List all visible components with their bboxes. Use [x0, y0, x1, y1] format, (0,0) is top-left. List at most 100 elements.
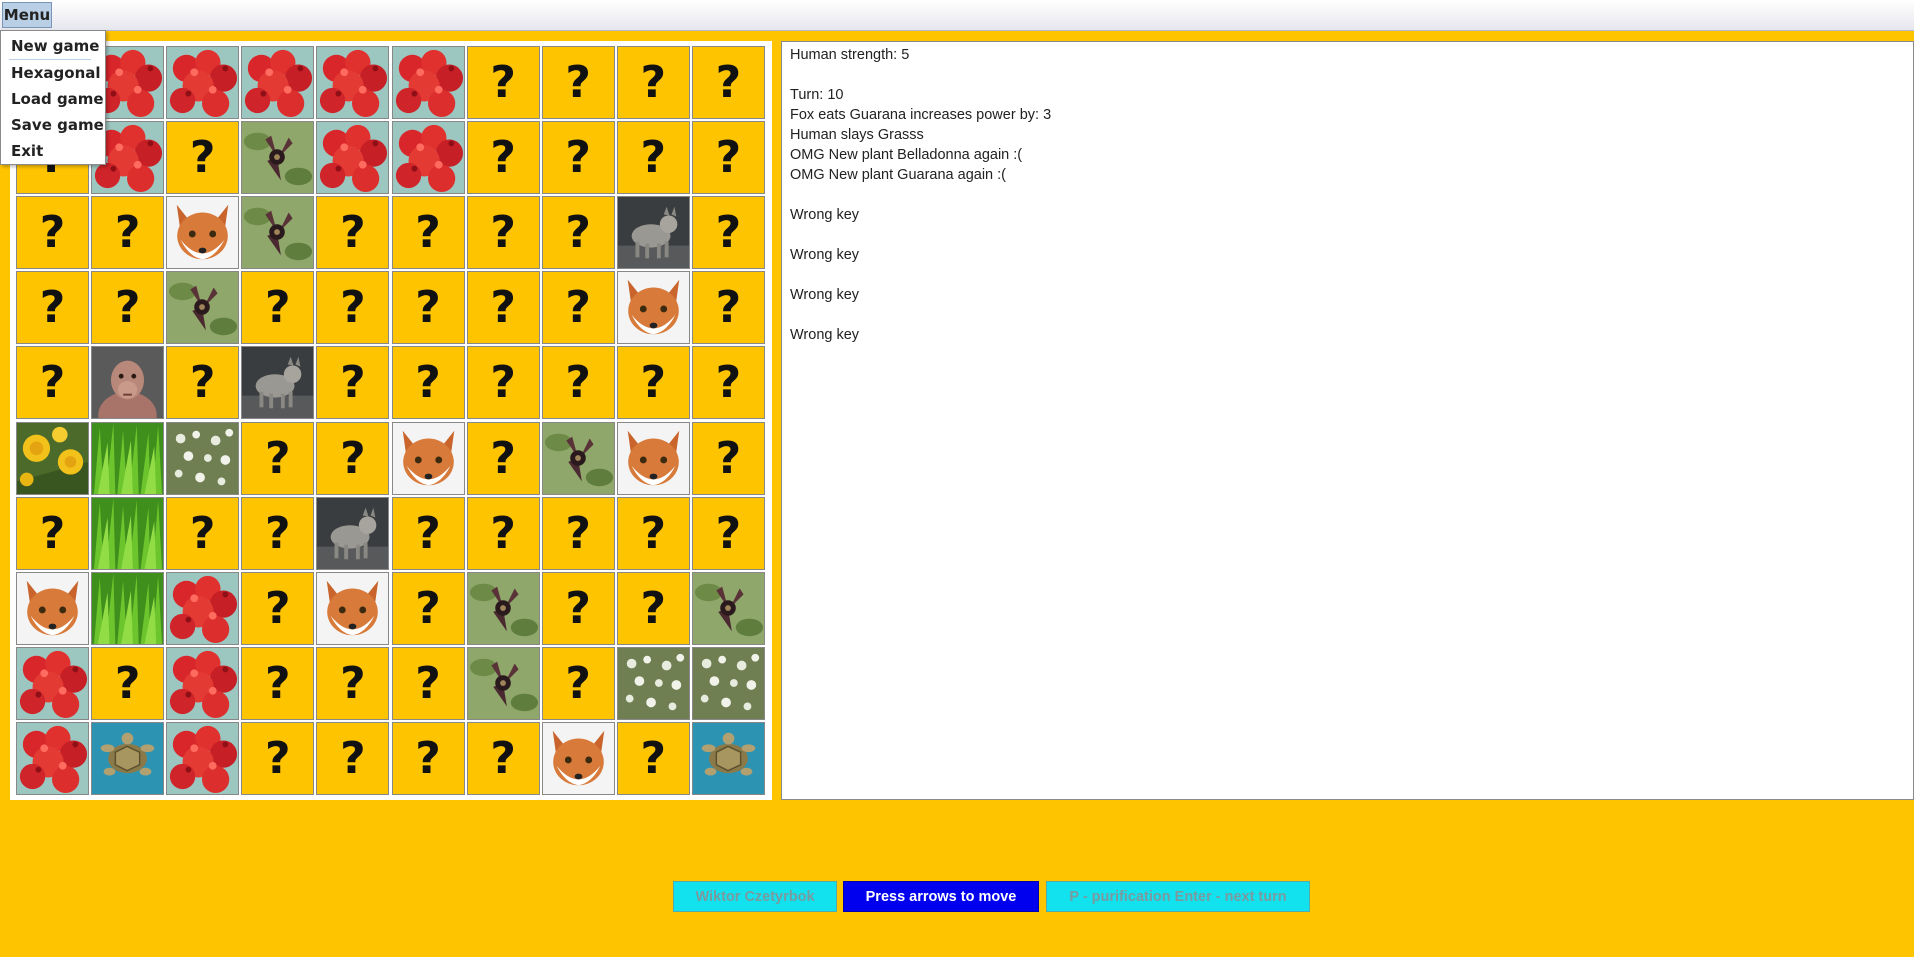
sosnowsky-cell[interactable]	[166, 46, 240, 119]
unknown-cell[interactable]: ?	[241, 571, 315, 645]
fox-cell[interactable]	[316, 571, 390, 645]
unknown-cell[interactable]: ?	[466, 271, 540, 345]
menu-item-new-game[interactable]: New game	[11, 34, 99, 58]
turtle-cell[interactable]	[691, 721, 765, 795]
fox-cell[interactable]	[616, 271, 690, 345]
fox-cell[interactable]	[541, 721, 615, 795]
belladonna-cell[interactable]	[466, 571, 540, 645]
belladonna-cell[interactable]	[541, 421, 615, 495]
unknown-cell[interactable]: ?	[466, 496, 540, 570]
unknown-cell[interactable]: ?	[316, 721, 390, 795]
unknown-cell[interactable]: ?	[391, 646, 465, 720]
unknown-cell[interactable]: ?	[391, 496, 465, 570]
author-button[interactable]: Wiktor Czetyrbok	[673, 881, 837, 912]
unknown-cell[interactable]: ?	[691, 496, 765, 570]
unknown-cell[interactable]: ?	[541, 496, 615, 570]
unknown-cell[interactable]: ?	[691, 196, 765, 270]
dandelion-cell[interactable]	[16, 421, 89, 495]
menu-item-load-game[interactable]: Load game	[11, 87, 104, 111]
unknown-cell[interactable]: ?	[166, 121, 240, 195]
unknown-cell[interactable]: ?	[391, 346, 465, 420]
menu-button[interactable]: Menu	[2, 2, 52, 28]
sosnowsky-cell[interactable]	[391, 46, 465, 119]
unknown-cell[interactable]: ?	[16, 196, 89, 270]
belladonna-cell[interactable]	[241, 121, 315, 195]
human-cell[interactable]	[91, 346, 165, 420]
grass-cell[interactable]	[91, 496, 165, 570]
unknown-cell[interactable]: ?	[541, 346, 615, 420]
arrows-hint-button[interactable]: Press arrows to move	[843, 881, 1039, 912]
unknown-cell[interactable]: ?	[616, 496, 690, 570]
grass-cell[interactable]	[91, 571, 165, 645]
unknown-cell[interactable]: ?	[316, 196, 390, 270]
wolf-cell[interactable]	[616, 196, 690, 270]
menu-item-exit[interactable]: Exit	[11, 139, 43, 163]
sosnowsky-cell[interactable]	[316, 46, 390, 119]
sosnowsky-cell[interactable]	[16, 721, 89, 795]
unknown-cell[interactable]: ?	[541, 646, 615, 720]
unknown-cell[interactable]: ?	[241, 646, 315, 720]
unknown-cell[interactable]: ?	[166, 496, 240, 570]
unknown-cell[interactable]: ?	[166, 346, 240, 420]
unknown-cell[interactable]: ?	[241, 421, 315, 495]
unknown-cell[interactable]: ?	[541, 571, 615, 645]
unknown-cell[interactable]: ?	[391, 271, 465, 345]
unknown-cell[interactable]: ?	[241, 721, 315, 795]
fox-cell[interactable]	[391, 421, 465, 495]
unknown-cell[interactable]: ?	[391, 721, 465, 795]
sosnowsky-cell[interactable]	[166, 646, 240, 720]
keys-hint-button[interactable]: P - purification Enter - next turn	[1046, 881, 1310, 912]
wolf-cell[interactable]	[316, 496, 390, 570]
unknown-cell[interactable]: ?	[466, 721, 540, 795]
unknown-cell[interactable]: ?	[16, 271, 89, 345]
unknown-cell[interactable]: ?	[616, 121, 690, 195]
unknown-cell[interactable]: ?	[466, 421, 540, 495]
unknown-cell[interactable]: ?	[466, 346, 540, 420]
unknown-cell[interactable]: ?	[391, 571, 465, 645]
turtle-cell[interactable]	[91, 721, 165, 795]
unknown-cell[interactable]: ?	[541, 46, 615, 119]
unknown-cell[interactable]: ?	[541, 121, 615, 195]
guarana-cell[interactable]	[616, 646, 690, 720]
unknown-cell[interactable]: ?	[91, 196, 165, 270]
unknown-cell[interactable]: ?	[691, 121, 765, 195]
menu-item-save-game[interactable]: Save game	[11, 113, 104, 137]
guarana-cell[interactable]	[166, 421, 240, 495]
unknown-cell[interactable]: ?	[241, 271, 315, 345]
belladonna-cell[interactable]	[166, 271, 240, 345]
unknown-cell[interactable]: ?	[316, 421, 390, 495]
unknown-cell[interactable]: ?	[316, 271, 390, 345]
fox-cell[interactable]	[166, 196, 240, 270]
sosnowsky-cell[interactable]	[16, 646, 89, 720]
unknown-cell[interactable]: ?	[391, 196, 465, 270]
belladonna-cell[interactable]	[691, 571, 765, 645]
sosnowsky-cell[interactable]	[241, 46, 315, 119]
unknown-cell[interactable]: ?	[466, 121, 540, 195]
belladonna-cell[interactable]	[466, 646, 540, 720]
unknown-cell[interactable]: ?	[91, 646, 165, 720]
unknown-cell[interactable]: ?	[466, 196, 540, 270]
unknown-cell[interactable]: ?	[16, 346, 89, 420]
unknown-cell[interactable]: ?	[91, 271, 165, 345]
unknown-cell[interactable]: ?	[16, 496, 89, 570]
unknown-cell[interactable]: ?	[616, 46, 690, 119]
wolf-cell[interactable]	[241, 346, 315, 420]
unknown-cell[interactable]: ?	[616, 721, 690, 795]
sosnowsky-cell[interactable]	[166, 571, 240, 645]
unknown-cell[interactable]: ?	[691, 271, 765, 345]
unknown-cell[interactable]: ?	[616, 571, 690, 645]
unknown-cell[interactable]: ?	[541, 196, 615, 270]
belladonna-cell[interactable]	[241, 196, 315, 270]
unknown-cell[interactable]: ?	[691, 46, 765, 119]
fox-cell[interactable]	[616, 421, 690, 495]
sosnowsky-cell[interactable]	[166, 721, 240, 795]
unknown-cell[interactable]: ?	[316, 346, 390, 420]
unknown-cell[interactable]: ?	[466, 46, 540, 119]
unknown-cell[interactable]: ?	[691, 346, 765, 420]
unknown-cell[interactable]: ?	[616, 346, 690, 420]
grass-cell[interactable]	[91, 421, 165, 495]
fox-cell[interactable]	[16, 571, 89, 645]
unknown-cell[interactable]: ?	[691, 421, 765, 495]
unknown-cell[interactable]: ?	[241, 496, 315, 570]
menu-item-hexagonal[interactable]: Hexagonal	[11, 61, 101, 85]
